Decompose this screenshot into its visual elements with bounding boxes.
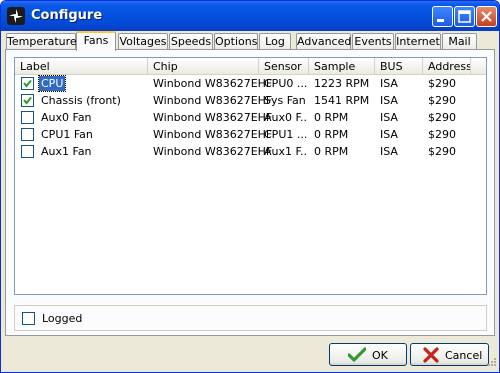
fans-tab-panel: Label Chip Sensor Sample BUS Address CPU… <box>5 49 495 336</box>
row-label[interactable]: Chassis (front) <box>39 93 123 108</box>
row-sample: 1541 RPM <box>314 94 370 107</box>
row-checkbox[interactable] <box>21 128 34 141</box>
maximize-icon <box>458 10 471 23</box>
tab-fans[interactable]: Fans <box>76 31 116 51</box>
row-chip: Winbond W83627EHF <box>153 128 273 141</box>
window-title: Configure <box>31 8 103 23</box>
logged-group: Logged <box>14 305 487 331</box>
row-bus: ISA <box>380 111 398 124</box>
column-header-bus[interactable]: BUS <box>375 58 423 75</box>
tab-mail[interactable]: Mail <box>442 33 477 50</box>
row-label[interactable]: CPU <box>37 75 67 92</box>
row-checkbox[interactable] <box>21 145 34 158</box>
resize-grip-icon[interactable] <box>487 357 497 370</box>
close-icon <box>481 11 492 22</box>
tab-speeds[interactable]: Speeds <box>169 33 213 50</box>
cancel-button[interactable]: Cancel <box>410 343 489 366</box>
row-chip: Winbond W83627EHF <box>153 94 273 107</box>
row-address: $290 <box>428 77 456 90</box>
tab-voltages[interactable]: Voltages <box>118 33 168 50</box>
row-address: $290 <box>428 145 456 158</box>
fans-list[interactable]: Label Chip Sensor Sample BUS Address CPU… <box>14 57 487 295</box>
row-sample: 0 RPM <box>314 128 349 141</box>
row-address: $290 <box>428 111 456 124</box>
row-chip: Winbond W83627EHF <box>153 111 273 124</box>
row-checkbox[interactable] <box>21 77 34 90</box>
configure-window: Configure Temperatures Fans Voltages Spe… <box>0 0 500 373</box>
row-checkbox[interactable] <box>21 94 34 107</box>
row-label[interactable]: Aux0 Fan <box>39 110 94 125</box>
row-sensor: Sys Fan <box>264 94 306 107</box>
row-sensor: Aux0 F... <box>264 111 308 124</box>
row-sample: 0 RPM <box>314 111 349 124</box>
tab-advanced[interactable]: Advanced <box>296 33 351 50</box>
row-sensor: CPU1 ... <box>264 128 308 141</box>
row-sensor: Aux1 F... <box>264 145 308 158</box>
column-header-sensor[interactable]: Sensor <box>259 58 309 75</box>
minimize-button[interactable] <box>432 6 453 27</box>
table-row[interactable]: CPU Winbond W83627EHF CPU0 ... 1223 RPM … <box>15 75 486 92</box>
row-label[interactable]: CPU1 Fan <box>39 127 95 142</box>
row-bus: ISA <box>380 77 398 90</box>
table-row[interactable]: Chassis (front) Winbond W83627EHF Sys Fa… <box>15 92 486 109</box>
tab-internet[interactable]: Internet <box>395 33 441 50</box>
column-header-sample[interactable]: Sample <box>309 58 375 75</box>
column-header-label[interactable]: Label <box>15 58 148 75</box>
logged-label[interactable]: Logged <box>42 312 82 325</box>
minimize-icon <box>437 19 444 22</box>
tab-log[interactable]: Log <box>259 33 291 50</box>
row-sample: 0 RPM <box>314 145 349 158</box>
tab-events[interactable]: Events <box>352 33 394 50</box>
column-header-address[interactable]: Address <box>423 58 471 75</box>
maximize-button[interactable] <box>454 6 475 27</box>
row-address: $290 <box>428 94 456 107</box>
row-chip: Winbond W83627EHF <box>153 77 273 90</box>
row-bus: ISA <box>380 128 398 141</box>
tab-temperatures[interactable]: Temperatures <box>6 33 82 50</box>
table-row[interactable]: CPU1 Fan Winbond W83627EHF CPU1 ... 0 RP… <box>15 126 486 143</box>
list-header: Label Chip Sensor Sample BUS Address <box>15 58 486 75</box>
column-header-chip[interactable]: Chip <box>148 58 259 75</box>
row-bus: ISA <box>380 94 398 107</box>
tab-strip: Temperatures Fans Voltages Speeds Option… <box>6 31 496 51</box>
row-sensor: CPU0 ... <box>264 77 308 90</box>
row-sample: 1223 RPM <box>314 77 370 90</box>
checkmark-icon <box>23 96 32 105</box>
row-checkbox[interactable] <box>21 111 34 124</box>
ok-button[interactable]: OK <box>329 343 407 366</box>
title-bar[interactable]: Configure <box>1 1 499 31</box>
cancel-label: Cancel <box>445 349 483 362</box>
row-bus: ISA <box>380 145 398 158</box>
table-row[interactable]: Aux0 Fan Winbond W83627EHF Aux0 F... 0 R… <box>15 109 486 126</box>
ok-label: OK <box>372 349 388 362</box>
row-label[interactable]: Aux1 Fan <box>39 144 94 159</box>
fan-icon[interactable] <box>7 7 25 25</box>
table-row[interactable]: Aux1 Fan Winbond W83627EHF Aux1 F... 0 R… <box>15 143 486 160</box>
checkmark-icon <box>23 79 32 88</box>
cross-icon <box>423 347 439 363</box>
row-chip: Winbond W83627EHF <box>153 145 273 158</box>
logged-checkbox[interactable] <box>22 312 35 325</box>
checkmark-icon <box>348 347 366 363</box>
tab-options[interactable]: Options <box>214 33 258 50</box>
row-address: $290 <box>428 128 456 141</box>
close-button[interactable] <box>476 6 497 27</box>
